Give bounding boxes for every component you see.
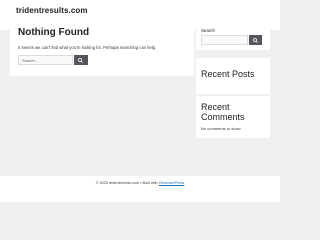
not-found-message: It seems we can't find what you're looki…	[18, 45, 157, 50]
site-footer: © 2025 tridentresults.com • Built with G…	[0, 176, 280, 202]
recent-posts-title: Recent Posts	[201, 69, 255, 79]
search-widget-label: Search	[201, 28, 215, 33]
recent-posts-widget: Recent Posts	[196, 58, 270, 94]
search-button[interactable]	[74, 55, 88, 65]
page-title: Nothing Found	[18, 27, 90, 38]
recent-comments-widget: Recent Comments No comments to show.	[196, 96, 270, 138]
search-input[interactable]	[18, 55, 73, 65]
search-icon	[78, 57, 83, 63]
copyright-text: © 2025 tridentresults.com • Built with	[95, 181, 159, 185]
main-content: Nothing Found It seems we can't find wha…	[10, 22, 194, 76]
search-icon	[252, 37, 258, 43]
sidebar-search-input[interactable]	[201, 35, 248, 45]
search-widget: Search	[196, 22, 270, 50]
footer-copyright: © 2025 tridentresults.com • Built with G…	[0, 181, 280, 185]
no-comments-text: No comments to show.	[201, 126, 242, 131]
generatepress-link[interactable]: GeneratePress	[159, 181, 185, 185]
sidebar-search-button[interactable]	[249, 35, 262, 45]
site-title-link[interactable]: tridentresults.com	[16, 6, 88, 15]
recent-comments-title: Recent Comments	[201, 102, 245, 122]
